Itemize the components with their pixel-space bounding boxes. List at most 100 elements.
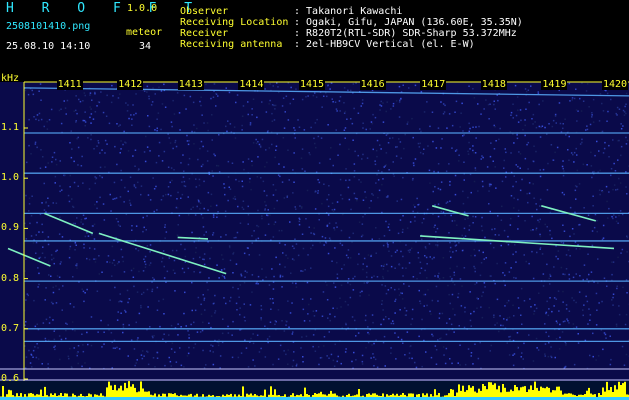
noise-dot — [399, 309, 401, 311]
noise-dot — [211, 139, 213, 141]
noise-dot — [350, 89, 352, 92]
noise-dot — [39, 167, 42, 169]
noise-dot — [328, 331, 330, 333]
noise-dot — [188, 157, 191, 160]
noise-dot — [392, 161, 394, 163]
noise-dot — [591, 116, 593, 118]
noise-dot — [474, 152, 477, 154]
noise-dot — [48, 274, 50, 276]
noise-dot — [382, 102, 384, 104]
noise-dot — [94, 261, 97, 263]
noise-dot — [292, 192, 294, 194]
noise-dot — [347, 278, 350, 280]
noise-dot — [528, 262, 530, 265]
noise-dot — [250, 337, 252, 340]
noise-dot — [317, 179, 319, 181]
noise-dot — [220, 269, 223, 271]
noise-dot — [348, 179, 351, 181]
noise-dot — [565, 268, 568, 270]
noise-dot — [310, 247, 312, 250]
noise-dot — [202, 349, 204, 352]
noise-dot — [385, 292, 388, 295]
noise-dot — [42, 322, 45, 324]
noise-dot — [248, 181, 251, 183]
noise-dot — [228, 186, 230, 188]
noise-dot — [363, 282, 366, 284]
noise-dot — [187, 196, 189, 198]
noise-dot — [517, 228, 519, 230]
noise-dot — [59, 160, 61, 162]
noise-dot — [40, 99, 42, 101]
noise-dot — [169, 181, 171, 184]
noise-dot — [596, 219, 598, 222]
noise-dot — [73, 347, 75, 349]
noise-dot — [550, 356, 553, 359]
noise-dot — [510, 152, 512, 154]
noise-dot — [527, 89, 530, 91]
noise-dot — [518, 307, 520, 309]
noise-dot — [509, 131, 512, 133]
noise-dot — [122, 326, 125, 328]
noise-dot — [355, 359, 357, 361]
noise-dot — [89, 94, 91, 96]
noise-dot — [427, 289, 429, 291]
noise-dot — [382, 277, 385, 280]
noise-dot — [454, 245, 457, 247]
noise-dot — [87, 343, 89, 346]
noise-dot — [441, 138, 443, 140]
noise-dot — [403, 283, 405, 285]
noise-dot — [343, 87, 346, 89]
noise-dot — [601, 300, 603, 303]
noise-dot — [197, 296, 200, 299]
noise-dot — [185, 108, 187, 110]
noise-dot — [160, 199, 163, 201]
noise-dot — [339, 110, 341, 112]
noise-dot — [554, 356, 556, 359]
noise-dot — [89, 116, 91, 119]
noise-dot — [283, 127, 286, 129]
noise-dot — [391, 137, 394, 139]
noise-dot — [449, 180, 451, 183]
noise-dot — [535, 229, 537, 231]
noise-dot — [149, 326, 151, 328]
noise-dot — [53, 262, 55, 265]
noise-dot — [403, 147, 405, 150]
noise-dot — [278, 229, 281, 232]
noise-dot — [170, 324, 173, 327]
noise-dot — [460, 305, 463, 307]
noise-dot — [581, 141, 583, 144]
noise-dot — [326, 95, 328, 98]
noise-dot — [366, 265, 368, 268]
noise-dot — [30, 235, 33, 237]
noise-dot — [243, 303, 245, 305]
noise-dot — [151, 288, 154, 291]
noise-dot — [464, 235, 467, 237]
noise-dot — [437, 275, 439, 277]
noise-dot — [82, 100, 84, 102]
noise-dot — [116, 319, 119, 321]
noise-dot — [439, 188, 442, 191]
noise-dot — [265, 276, 267, 278]
noise-dot — [457, 362, 459, 364]
noise-dot — [251, 235, 253, 237]
noise-dot — [378, 238, 381, 240]
noise-dot — [44, 337, 47, 340]
noise-dot — [137, 337, 139, 339]
noise-dot — [555, 255, 557, 258]
noise-dot — [38, 90, 40, 92]
noise-dot — [60, 261, 62, 263]
noise-dot — [223, 187, 226, 189]
noise-dot — [225, 125, 227, 128]
noise-dot — [99, 166, 102, 169]
noise-dot — [165, 193, 167, 196]
noise-dot — [379, 104, 381, 106]
noise-dot — [180, 197, 182, 199]
noise-dot — [273, 119, 276, 121]
noise-dot — [47, 197, 49, 199]
noise-dot — [493, 103, 495, 106]
noise-dot — [227, 325, 229, 328]
noise-dot — [405, 310, 408, 312]
noise-dot — [504, 148, 506, 150]
noise-dot — [83, 119, 86, 122]
noise-dot — [374, 163, 377, 166]
